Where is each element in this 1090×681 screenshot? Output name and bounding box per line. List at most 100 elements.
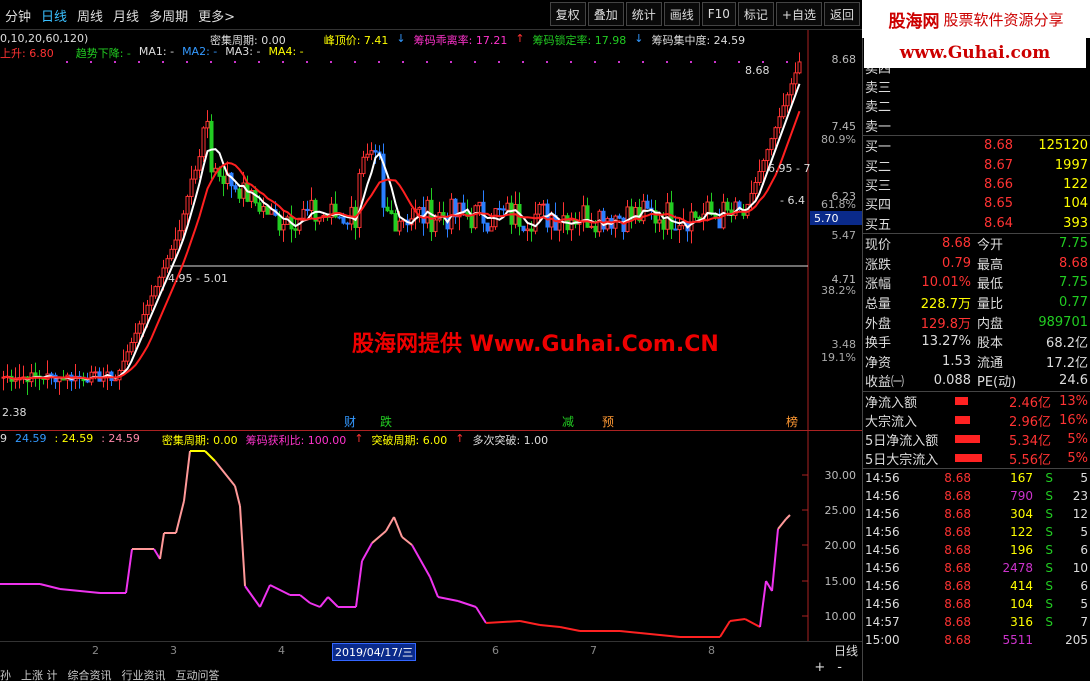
candle xyxy=(45,360,50,389)
tick-count: 10 xyxy=(1072,560,1088,575)
event-marker[interactable]: 减 xyxy=(562,415,574,429)
tab-3[interactable]: 月线 xyxy=(108,6,144,25)
indicator-svg[interactable]: 30.00 25.00 20.00 15.00 10.00 xyxy=(0,431,862,642)
tab-2[interactable]: 周线 xyxy=(72,6,108,25)
sub-dense-period: 密集周期: 0.00 xyxy=(161,434,238,447)
zoom-out-button[interactable]: - xyxy=(837,660,842,675)
candle xyxy=(449,193,454,235)
candle xyxy=(125,344,130,365)
signal-dot xyxy=(786,61,788,63)
toolbar-button-6[interactable]: +自选 xyxy=(775,2,822,26)
tick-volume: 196 xyxy=(1010,542,1033,557)
event-marker[interactable]: 财 xyxy=(344,415,356,429)
signal-dot xyxy=(162,61,164,63)
tab-0[interactable]: 分钟 xyxy=(0,6,36,25)
bottom-tab-3[interactable]: 行业资讯 xyxy=(122,667,166,681)
period-label[interactable]: 日线 xyxy=(834,644,858,658)
signal-dot xyxy=(66,61,68,63)
bottom-tab-2[interactable]: 综合资讯 xyxy=(68,667,112,681)
event-marker[interactable]: 榜 xyxy=(786,414,798,429)
toolbar-button-4[interactable]: F10 xyxy=(701,2,736,26)
selected-date[interactable]: 2019/04/17/三 xyxy=(332,643,417,661)
tick-row[interactable]: 14:56 8.68 2478 S 10 xyxy=(863,559,1090,577)
price-axis-label: 19.1% xyxy=(821,351,856,364)
tick-row[interactable]: 15:00 8.68 5511 205 xyxy=(863,631,1090,649)
zoom-in-button[interactable]: + xyxy=(814,660,825,675)
stat-label: 最高 xyxy=(977,257,1004,273)
bottom-tab-1[interactable]: 上涨 计 xyxy=(21,667,58,681)
indicator-line-segment xyxy=(639,632,681,638)
tick-time: 14:56 xyxy=(865,596,900,611)
bottom-tab-4[interactable]: 互动问答 xyxy=(176,667,220,681)
tick-row[interactable]: 14:56 8.68 304 S 12 xyxy=(863,505,1090,523)
indicator-line-segment xyxy=(371,530,387,544)
stat-value: 68.2亿 xyxy=(1046,336,1088,352)
order-book-row[interactable]: 卖一 xyxy=(863,116,1090,135)
indicator-line-segment xyxy=(299,594,311,604)
price-axis-label: 7.45 xyxy=(832,120,857,133)
price-annotation: 2.38 xyxy=(2,406,27,419)
indicator-line-segment xyxy=(457,600,477,608)
toolbar-button-7[interactable]: 返回 xyxy=(823,2,860,26)
tab-1[interactable]: 日线 xyxy=(36,6,72,25)
order-book-row[interactable]: 卖二 xyxy=(863,96,1090,115)
kline-svg[interactable]: 8.687.4580.9%6.2361.8%5.474.7138.2%3.481… xyxy=(0,30,862,430)
tick-row[interactable]: 14:56 8.68 790 S 23 xyxy=(863,487,1090,505)
candle xyxy=(777,107,782,134)
toolbar-button-2[interactable]: 统计 xyxy=(625,2,662,26)
stat-label: 总量 xyxy=(865,296,892,312)
signal-dot xyxy=(546,61,548,63)
candle xyxy=(569,212,574,241)
stat-value: 24.6 xyxy=(1059,373,1088,389)
tick-row[interactable]: 14:56 8.68 104 S 5 xyxy=(863,595,1090,613)
toolbar-button-3[interactable]: 画线 xyxy=(663,2,700,26)
tick-row[interactable]: 14:56 8.68 414 S 6 xyxy=(863,577,1090,595)
order-book-row[interactable]: 卖三 xyxy=(863,77,1090,96)
indicator-line-segment xyxy=(309,602,321,608)
tick-side: S xyxy=(1045,470,1053,485)
tick-row[interactable]: 14:56 8.68 167 S 5 xyxy=(863,469,1090,487)
tick-time: 14:56 xyxy=(865,506,900,521)
order-book-row[interactable]: 买四 8.65 104 xyxy=(863,194,1090,213)
watermark-url: www.Guhai.com xyxy=(864,38,1086,68)
money-flow-row: 5日净流入额 5.34亿 5% xyxy=(863,430,1090,449)
tick-row[interactable]: 14:57 8.68 316 S 7 xyxy=(863,613,1090,631)
toolbar-button-1[interactable]: 叠加 xyxy=(587,2,624,26)
tick-row[interactable]: 14:56 8.68 196 S 6 xyxy=(863,541,1090,559)
candle xyxy=(205,110,210,139)
indicator-line-segment xyxy=(259,584,271,608)
signal-dot xyxy=(258,61,260,63)
tab-5[interactable]: 更多> xyxy=(193,6,240,25)
candle xyxy=(389,200,394,215)
candle xyxy=(485,222,490,234)
order-book-row[interactable]: 买三 8.66 122 xyxy=(863,175,1090,194)
stat-value: 228.7万 xyxy=(920,296,971,312)
indicator-chart[interactable]: 30.00 25.00 20.00 15.00 10.00 9 24.59 : 24.5… xyxy=(0,430,862,642)
stat-label: 现价 xyxy=(865,238,892,254)
toolbar-button-5[interactable]: 标记 xyxy=(737,2,774,26)
indicator-line-segment xyxy=(361,542,373,562)
period-indicator[interactable]: 日线 xyxy=(834,642,858,659)
indicator-line-segment xyxy=(619,630,641,634)
order-book-row[interactable]: 买二 8.67 1997 xyxy=(863,155,1090,175)
order-book-row[interactable]: 买五 8.64 393 xyxy=(863,214,1090,233)
bottom-tab-0[interactable]: 孙 xyxy=(0,667,11,681)
event-marker[interactable]: 预 xyxy=(602,415,614,429)
order-book-row[interactable]: 买一 8.68 125120 xyxy=(863,136,1090,155)
candle xyxy=(677,216,682,243)
stat-label: 股本 xyxy=(977,336,1004,352)
event-marker[interactable]: 跌 xyxy=(380,414,392,429)
tick-row[interactable]: 14:56 8.68 122 S 5 xyxy=(863,523,1090,541)
tick-side: S xyxy=(1045,614,1053,629)
indicator-line-segment xyxy=(539,624,561,628)
indicator-line-segment xyxy=(175,500,185,534)
signal-dot xyxy=(522,61,524,63)
tick-list[interactable]: 14:56 8.68 167 S 5 14:56 8.68 790 S 23 14:56 8.68 30… xyxy=(863,469,1090,649)
peak-price-label: 峰顶价: 7.41 xyxy=(323,34,389,47)
toolbar-button-0[interactable]: 复权 xyxy=(549,2,586,26)
indicator-line-segment xyxy=(744,618,761,628)
signal-dot xyxy=(714,61,716,63)
kline-chart[interactable]: 8.68 7.45 80.9% 6.23 61.8% 5.47 4.71 38.2% 3.48 1… xyxy=(0,30,862,430)
main-info-row-2: 上升: 6.80 趋势下降: - MA1: - MA2: - MA3: - MA… xyxy=(0,45,304,61)
tab-4[interactable]: 多周期 xyxy=(144,6,193,25)
